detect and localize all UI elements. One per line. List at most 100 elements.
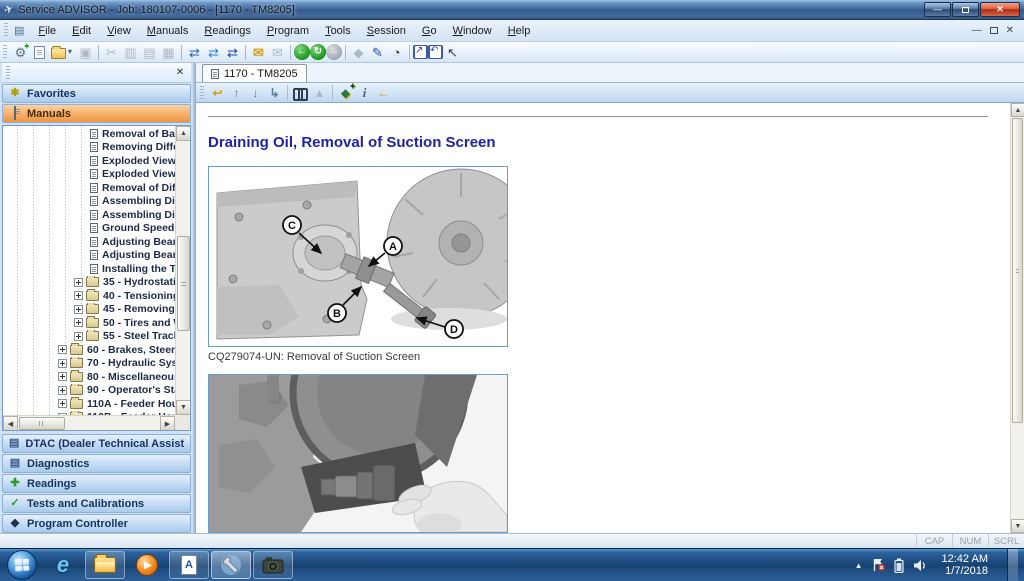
sidebar-section-program[interactable]: ◆Program Controller [2, 514, 191, 533]
mdi-close-button[interactable]: ✕ [1006, 25, 1014, 36]
menu-window[interactable]: Window [445, 22, 500, 40]
content-vscroll-thumb[interactable] [1012, 118, 1023, 423]
info-icon[interactable]: i [355, 84, 374, 101]
find-icon[interactable] [291, 84, 310, 101]
tree-item[interactable]: Removing Differ [4, 141, 175, 155]
menu-readings[interactable]: Readings [196, 22, 259, 40]
goto-section-icon[interactable]: ↳ [265, 84, 284, 101]
toolbar-grip[interactable] [200, 86, 204, 99]
tree-item[interactable]: Assembling Diffe [4, 208, 175, 222]
sidebar-section-tests[interactable]: ✓Tests and Calibrations [2, 494, 191, 513]
tree-item[interactable]: Assembling Diffe [4, 195, 175, 209]
taskbar-wordpad[interactable]: A [169, 551, 209, 579]
history-icon[interactable]: ↻ [310, 44, 326, 60]
content-vertical-scrollbar[interactable]: ▲ ▼ [1010, 103, 1024, 533]
expand-icon[interactable] [58, 345, 67, 354]
scroll-down-icon[interactable]: ▼ [1011, 519, 1024, 533]
scroll-up-icon[interactable]: ▲ [1011, 103, 1024, 117]
tree-horizontal-scrollbar[interactable]: ◀ ▶ [3, 415, 175, 430]
highlight-icon[interactable]: ← [374, 84, 393, 101]
tree-item[interactable]: 45 - Removing Hydr [4, 303, 175, 317]
taskbar-windows-explorer[interactable] [85, 551, 125, 579]
tree-item[interactable]: 60 - Brakes, Steering an [4, 343, 175, 357]
expand-icon[interactable] [58, 359, 67, 368]
menu-manuals[interactable]: Manuals [139, 22, 197, 40]
copy-icon[interactable]: ▥ [121, 43, 140, 61]
expand-icon[interactable] [58, 386, 67, 395]
expand-icon[interactable] [74, 291, 83, 300]
maximize-button[interactable] [952, 2, 979, 17]
new-job-icon[interactable]: ⚙ [11, 43, 30, 61]
start-button[interactable] [7, 550, 37, 580]
menu-edit[interactable]: Edit [64, 22, 99, 40]
toolbar-grip[interactable] [3, 45, 7, 59]
tree-item[interactable]: 110A - Feeder House - I [4, 397, 175, 411]
action-center-flag-icon[interactable] [872, 558, 885, 572]
sync-upload-icon[interactable]: ⇄ [204, 43, 223, 61]
save-icon[interactable]: ▣ [76, 43, 95, 61]
tree-item[interactable]: Adjusting Bearin [4, 235, 175, 249]
tree-item[interactable]: Installing the Tra [4, 262, 175, 276]
help-pointer-icon[interactable]: ↖ [443, 43, 462, 61]
expand-icon[interactable] [58, 399, 67, 408]
sidebar-grip[interactable] [6, 66, 10, 79]
back-icon[interactable]: ↩ [208, 84, 227, 101]
tree-item[interactable]: Removal of Back [4, 127, 175, 141]
show-desktop-button[interactable] [1007, 549, 1018, 581]
open-icon[interactable] [49, 43, 68, 61]
timer-icon[interactable]: ◔ [387, 43, 406, 61]
toolbar-grip[interactable] [4, 23, 8, 38]
minimize-button[interactable]: — [924, 2, 951, 17]
print-icon[interactable]: ▦ [159, 43, 178, 61]
expand-icon[interactable] [74, 318, 83, 327]
mdi-minimize-button[interactable]: — [972, 25, 982, 36]
tree-hscroll-thumb[interactable] [19, 417, 65, 430]
cut-icon[interactable]: ✂ [102, 43, 121, 61]
menu-help[interactable]: Help [500, 22, 539, 40]
sidebar-section-favorites[interactable]: ✱ Favorites [2, 84, 191, 103]
tree-item[interactable]: Ground Speed Se [4, 222, 175, 236]
taskbar-media-player[interactable]: ▶ [127, 551, 167, 579]
sync-data-icon[interactable]: ⇄ [185, 43, 204, 61]
scroll-down-icon[interactable]: ▼ [176, 400, 191, 415]
forward-icon[interactable]: → [326, 44, 342, 60]
tree-item[interactable]: 70 - Hydraulic System [4, 357, 175, 371]
speaker-icon[interactable] [913, 559, 927, 572]
sidebar-section-manuals[interactable]: Manuals [2, 104, 191, 123]
menu-session[interactable]: Session [359, 22, 414, 40]
sidebar-close-icon[interactable]: ✕ [173, 67, 187, 78]
sidebar-section-dtac[interactable]: ▤DTAC (Dealer Technical Assistance C... [2, 434, 191, 453]
next-hit-icon[interactable]: ▲ [310, 84, 329, 101]
taskbar-service-advisor[interactable] [211, 551, 251, 579]
tree-item[interactable]: Exploded View S [4, 154, 175, 168]
mail-icon[interactable]: ✉ [249, 43, 268, 61]
inbox-icon[interactable]: ✉ [268, 43, 287, 61]
tree-item[interactable]: Adjusting Bearin [4, 249, 175, 263]
tree-item[interactable]: 50 - Tires and Whee [4, 316, 175, 330]
close-button[interactable]: ✕ [980, 2, 1020, 17]
tree-item[interactable]: 55 - Steel Track [4, 330, 175, 344]
tray-expand-icon[interactable]: ▲ [855, 561, 863, 570]
tree-item[interactable]: 90 - Operator's Station, [4, 384, 175, 398]
tab-manual[interactable]: 1170 - TM8205 [202, 64, 307, 82]
menu-go[interactable]: Go [414, 22, 445, 40]
menu-view[interactable]: View [99, 22, 139, 40]
sync-save-icon[interactable]: ⇄ [223, 43, 242, 61]
paste-icon[interactable]: ▤ [140, 43, 159, 61]
menu-program[interactable]: Program [259, 22, 317, 40]
taskbar-camera[interactable] [253, 551, 293, 579]
tree-item[interactable]: 40 - Tensioning Cylin [4, 289, 175, 303]
tree-item[interactable]: Exploded View S [4, 168, 175, 182]
scroll-up-icon[interactable]: ▲ [176, 126, 191, 141]
tree-item[interactable]: Removal of Diffe [4, 181, 175, 195]
mdi-restore-button[interactable] [990, 27, 998, 34]
sidebar-section-readings[interactable]: ✚Readings [2, 474, 191, 493]
new-document-icon[interactable] [30, 43, 49, 61]
sidebar-section-diagnostics[interactable]: ▤Diagnostics [2, 454, 191, 473]
next-section-icon[interactable]: ↓ [246, 84, 265, 101]
tree-vertical-scrollbar[interactable]: ▲ ▼ [175, 126, 190, 415]
taskbar-clock[interactable]: 12:42 AM 1/7/2018 [942, 553, 988, 577]
tree-vscroll-thumb[interactable] [177, 236, 190, 331]
scroll-right-icon[interactable]: ▶ [160, 416, 175, 431]
expand-icon[interactable] [74, 332, 83, 341]
